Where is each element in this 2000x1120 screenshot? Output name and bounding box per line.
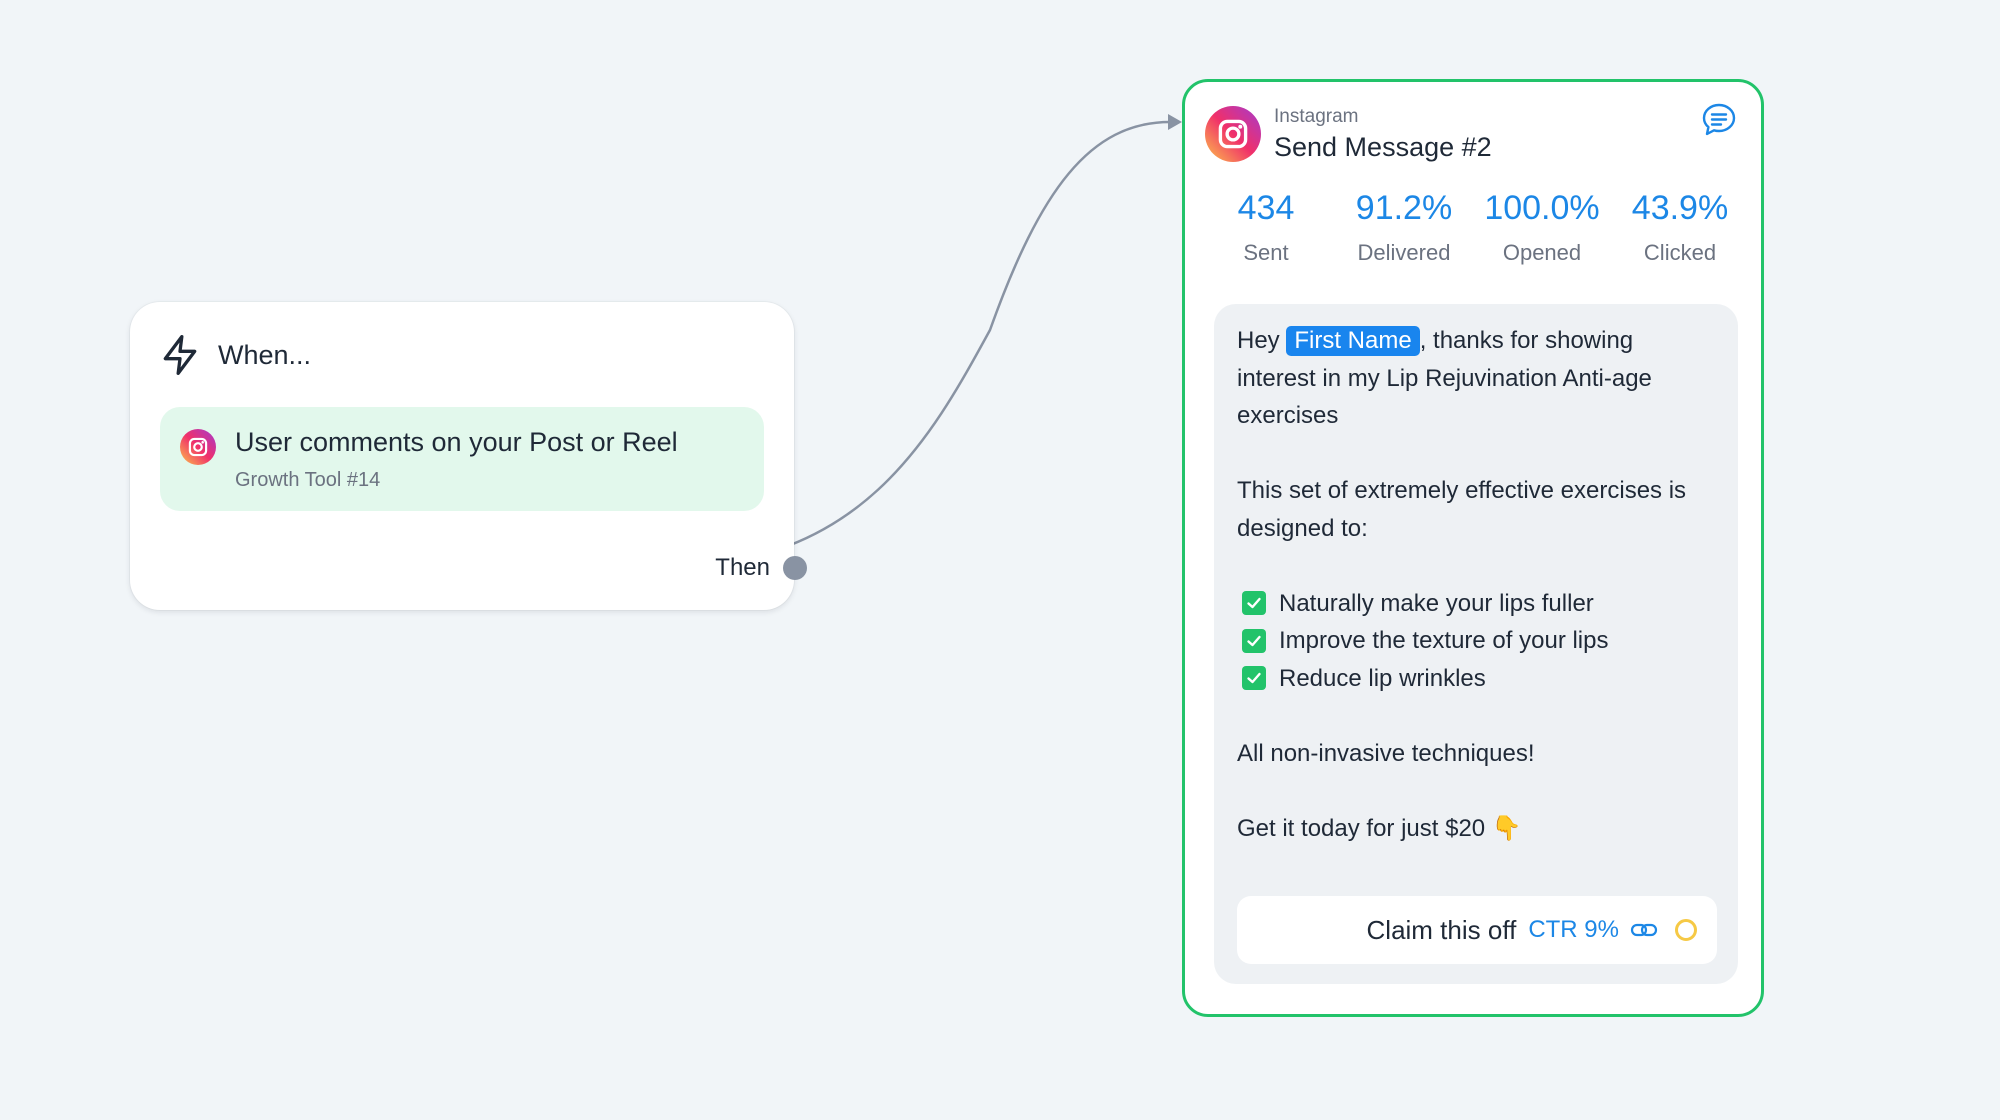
stat-label: Delivered (1357, 240, 1451, 265)
node-platform-label: Instagram (1274, 106, 1359, 127)
checklist-text: Improve the texture of your lips (1279, 627, 1609, 654)
trigger-header: When... (158, 330, 311, 380)
checklist-item: Improve the texture of your lips (1237, 622, 1717, 660)
checklist-item: Naturally make your lips fuller (1237, 585, 1717, 623)
claim-button[interactable]: Claim this off CTR 9% (1237, 896, 1717, 964)
node-title: Send Message #2 (1274, 132, 1492, 162)
trigger-title: When... (218, 339, 312, 370)
instagram-icon (180, 429, 216, 465)
then-label: Then (715, 554, 770, 581)
message-greeting: Hey First Name, thanks for showing inter… (1237, 322, 1717, 435)
send-message-node[interactable]: Instagram Send Message #2 434 Sent 91.2%… (1182, 79, 1764, 1017)
stat-value: 100.0% (1484, 189, 1600, 227)
first-name-variable-chip[interactable]: First Name (1286, 326, 1420, 356)
trigger-event-title: User comments on your Post or Reel (235, 427, 678, 457)
instagram-icon (1205, 106, 1261, 162)
stat-value: 434 (1237, 189, 1295, 227)
checklist-text: Naturally make your lips fuller (1279, 589, 1594, 617)
ctr-label: CTR 9% (1528, 916, 1619, 943)
pending-status-icon (1675, 919, 1697, 941)
message-noninvasive: All non-invasive techniques! (1237, 739, 1535, 767)
trigger-event-item[interactable]: User comments on your Post or Reel Growt… (160, 407, 764, 511)
claim-button-label: Claim this off (1366, 914, 1517, 945)
message-stats: 434 Sent 91.2% Delivered 100.0% Opened 4… (1185, 184, 1761, 266)
then-output-handle[interactable] (783, 556, 807, 580)
flow-canvas[interactable]: When... User comments on your Post or Re… (0, 0, 2000, 1120)
message-intro: This set of extremely effective exercise… (1237, 477, 1687, 542)
stat-label: Clicked (1643, 240, 1717, 265)
checkbox-checked-icon (1242, 666, 1266, 691)
message-text: Hey First Name, thanks for showing inter… (1237, 322, 1717, 847)
stat-opened[interactable]: 100.0% Opened (1473, 184, 1611, 266)
chat-bubble-icon[interactable] (1699, 100, 1739, 140)
stat-label: Sent (1243, 240, 1289, 265)
link-icon[interactable] (1629, 915, 1659, 945)
message-bubble[interactable]: Hey First Name, thanks for showing inter… (1214, 304, 1738, 984)
stat-label: Opened (1502, 240, 1582, 265)
connector-arrowhead-icon (1168, 114, 1182, 130)
stat-value: 43.9% (1631, 189, 1729, 227)
message-price-line: Get it today for just $20 👇 (1237, 810, 1717, 848)
checklist-text: Reduce lip wrinkles (1279, 664, 1486, 692)
pointing-down-emoji-icon: 👇 (1491, 814, 1522, 842)
price-text: Get it today for just $20 (1237, 814, 1486, 842)
stat-clicked[interactable]: 43.9% Clicked (1611, 184, 1749, 266)
lightning-icon (163, 335, 197, 375)
checklist-item: Reduce lip wrinkles (1237, 660, 1717, 698)
stat-sent[interactable]: 434 Sent (1197, 184, 1335, 266)
stat-delivered[interactable]: 91.2% Delivered (1335, 184, 1473, 266)
stat-value: 91.2% (1355, 189, 1453, 227)
checkbox-checked-icon (1242, 591, 1266, 616)
greeting-prefix: Hey (1237, 327, 1280, 354)
trigger-node[interactable]: When... User comments on your Post or Re… (130, 302, 794, 610)
trigger-event-subtitle: Growth Tool #14 (235, 469, 381, 491)
checkbox-checked-icon (1242, 628, 1266, 653)
